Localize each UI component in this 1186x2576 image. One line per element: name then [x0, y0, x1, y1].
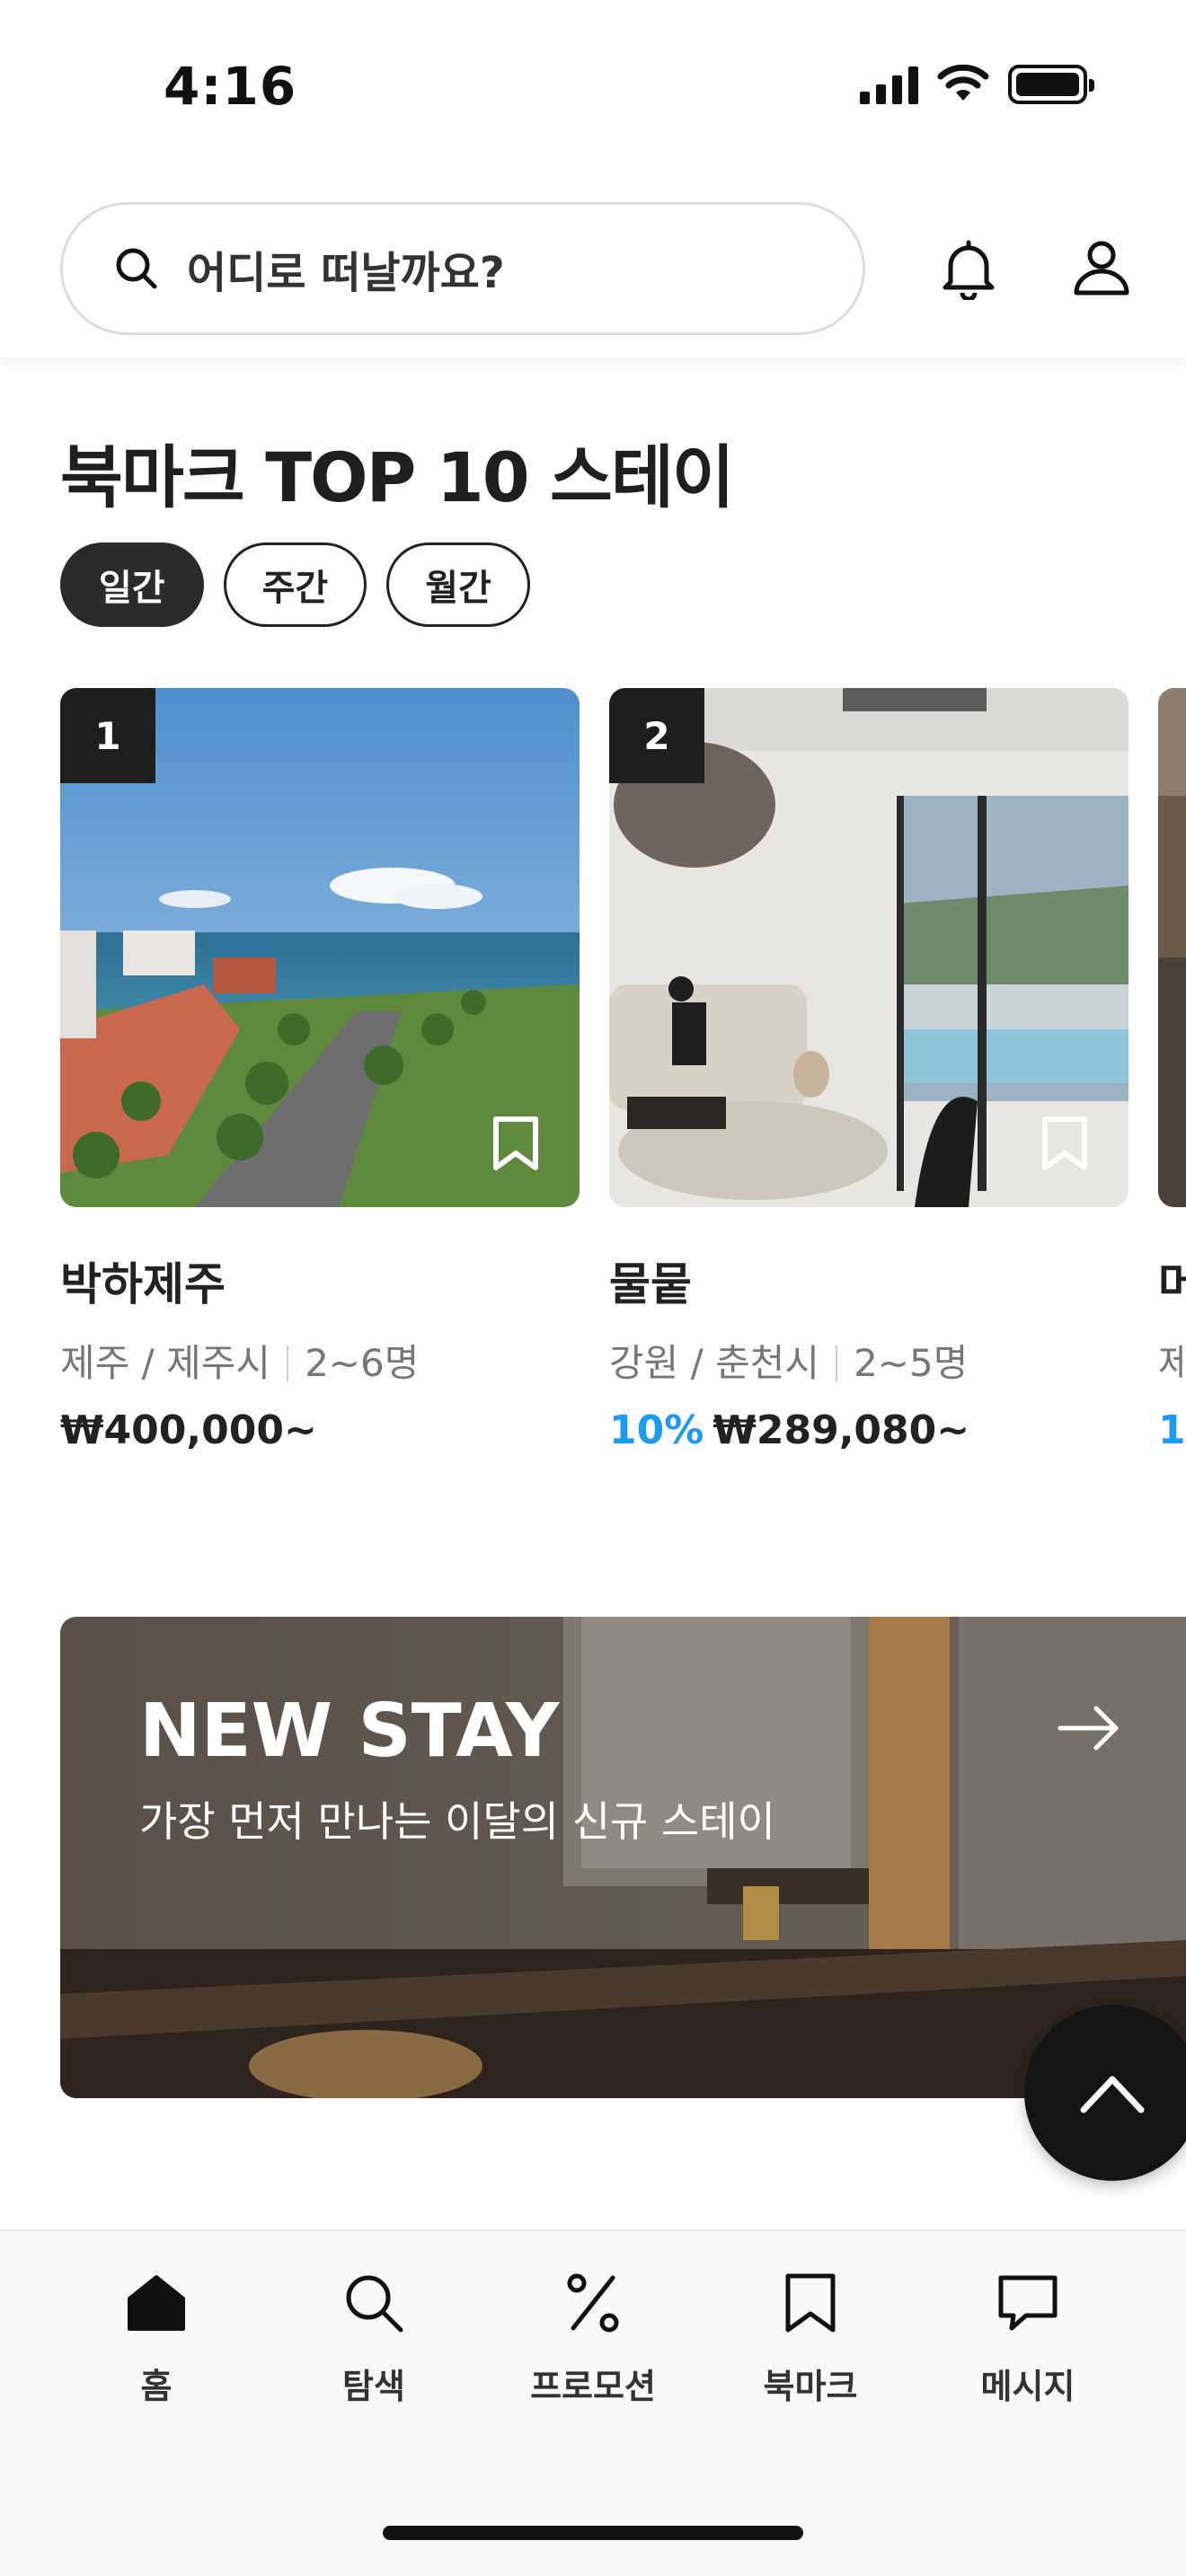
search-bar[interactable]: 어디로 떠날까요? [60, 202, 865, 335]
stay-price: ₩289,080~ [712, 1407, 970, 1453]
section-title: 북마크 TOP 10 스테이 [60, 437, 735, 517]
stay-guests: 2~5명 [854, 1341, 969, 1385]
divider [836, 1345, 838, 1381]
stay-photo: 1 [60, 688, 580, 1207]
divider [287, 1345, 289, 1381]
message-icon [992, 2267, 1064, 2339]
tab-home[interactable]: 홈 [66, 2267, 246, 2408]
search-placeholder: 어디로 떠날까요? [187, 248, 505, 298]
bottom-tab-bar: 홈 탐색 프로모션 북마크 메시지 [0, 2229, 1186, 2576]
stay-guests: 2~6명 [305, 1341, 420, 1385]
notification-bell-icon[interactable] [933, 232, 1005, 304]
stay-price: ₩400,000~ [60, 1407, 317, 1453]
banner-subtitle: 가장 먼저 만나는 이달의 신규 스테이 [139, 1797, 775, 1846]
stay-card[interactable]: 머 제 10 [1158, 688, 1186, 1453]
tab-promotion[interactable]: 프로모션 [503, 2267, 683, 2408]
stay-meta: 강원 / 춘천시 2~5명 [609, 1333, 1128, 1388]
filter-chip-monthly[interactable]: 월간 [386, 543, 530, 627]
tab-label: 메시지 [980, 2367, 1075, 2406]
stay-price-row: 10 [1158, 1407, 1186, 1453]
stay-region: 제주 / 제주시 [60, 1341, 271, 1385]
home-icon [120, 2267, 192, 2339]
tab-bookmark[interactable]: 북마크 [721, 2267, 900, 2408]
stay-card[interactable]: 1 박하제주 제주 / 제주시 2~6명 ₩400,000~ [60, 688, 580, 1453]
filter-chip-daily[interactable]: 일간 [60, 543, 204, 627]
rank-badge: 2 [609, 688, 704, 783]
stay-meta: 제주 / 제주시 2~6명 [60, 1333, 580, 1388]
bookmark-icon [774, 2267, 846, 2339]
status-bar: 4:16 [0, 0, 1186, 171]
profile-icon[interactable] [1066, 232, 1137, 304]
search-icon [338, 2267, 410, 2339]
home-indicator [383, 2526, 803, 2540]
stay-name: 머 [1158, 1258, 1186, 1310]
stay-photo [1158, 688, 1186, 1207]
period-filter: 일간 주간 월간 [60, 543, 530, 627]
tab-explore[interactable]: 탐색 [284, 2267, 464, 2408]
stay-price-row: 10% ₩289,080~ [609, 1407, 1128, 1453]
scroll-to-top-button[interactable] [1024, 2005, 1186, 2181]
stay-photo-partial [1158, 688, 1186, 1207]
stay-name: 물뭍 [609, 1258, 692, 1310]
tab-label: 홈 [140, 2367, 173, 2406]
stay-card[interactable]: 2 물뭍 강원 / 춘천시 2~5명 10% ₩289,080~ [609, 688, 1128, 1453]
bookmark-icon[interactable] [486, 1114, 545, 1173]
header: 어디로 떠날까요? [0, 171, 1186, 359]
battery-icon [1008, 65, 1094, 104]
stay-photo: 2 [609, 688, 1128, 1207]
percent-icon [557, 2267, 629, 2339]
new-stay-banner[interactable]: NEW STAY 가장 먼저 만나는 이달의 신규 스테이 [60, 1617, 1186, 2098]
cellular-signal-icon [860, 65, 918, 104]
filter-chip-weekly[interactable]: 주간 [223, 543, 367, 627]
stay-discount: 10% [609, 1407, 704, 1453]
tab-label: 탐색 [342, 2367, 405, 2406]
stay-region: 강원 / 춘천시 [609, 1341, 820, 1385]
tab-message[interactable]: 메시지 [938, 2267, 1118, 2408]
stay-discount: 10 [1158, 1407, 1186, 1453]
rank-badge: 1 [60, 688, 155, 783]
search-icon [116, 248, 157, 289]
tab-label: 프로모션 [530, 2367, 656, 2406]
stay-carousel[interactable]: 1 박하제주 제주 / 제주시 2~6명 ₩400,000~ 2 물뭍 강원 /… [60, 688, 1186, 1478]
stay-meta: 제 [1158, 1333, 1186, 1388]
chevron-up-icon [1080, 2076, 1145, 2113]
tab-label: 북마크 [763, 2367, 858, 2406]
stay-region: 제 [1158, 1341, 1186, 1385]
arrow-right-icon [1058, 1706, 1119, 1751]
status-time: 4:16 [164, 56, 297, 117]
status-icons [860, 65, 1094, 104]
stay-name: 박하제주 [60, 1258, 226, 1310]
stay-price-row: ₩400,000~ [60, 1407, 580, 1453]
wifi-icon [937, 65, 989, 101]
bookmark-icon[interactable] [1035, 1114, 1094, 1173]
banner-title: NEW STAY [139, 1689, 560, 1774]
